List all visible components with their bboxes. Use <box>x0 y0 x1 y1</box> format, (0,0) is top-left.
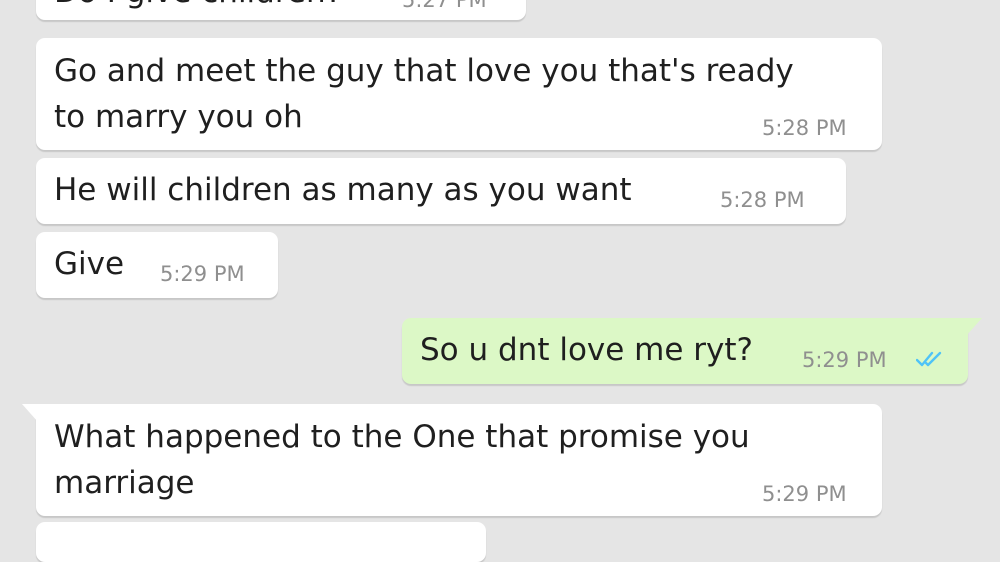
message-bubble-incoming[interactable]: What happened to the One that promise yo… <box>22 404 882 516</box>
message-text-line: Go and meet the guy that love you that's… <box>54 53 794 89</box>
message-text: Give <box>54 246 125 282</box>
message-bubble-incoming-partial[interactable] <box>36 522 486 562</box>
bubble-tail <box>966 318 982 336</box>
message-bubble-outgoing[interactable]: So u dnt love me ryt? 5:29 PM <box>402 318 982 384</box>
message-text: He will children as many as you want <box>54 172 632 208</box>
message-bubble-incoming[interactable]: Go and meet the guy that love you that's… <box>36 38 882 150</box>
message-timestamp: 5:29 PM <box>802 348 887 372</box>
message-timestamp: 5:28 PM <box>720 188 805 212</box>
message-timestamp: 5:28 PM <box>762 116 847 140</box>
message-text-line: marriage <box>54 465 195 501</box>
message-timestamp: 5:29 PM <box>762 482 847 506</box>
message-timestamp: 5:29 PM <box>160 262 245 286</box>
message-bubble-incoming[interactable]: Give 5:29 PM <box>36 232 278 298</box>
message-text-line: What happened to the One that promise yo… <box>54 419 750 455</box>
message-text-line: to marry you oh <box>54 99 303 135</box>
message-bubble-incoming[interactable]: Do I give children? 5:27 PM <box>36 0 526 20</box>
message-text: Do I give children? <box>54 0 342 12</box>
double-check-icon <box>916 351 942 367</box>
message-timestamp: 5:27 PM <box>402 0 487 12</box>
message-bubble-incoming[interactable]: He will children as many as you want 5:2… <box>36 158 846 224</box>
bubble-tail <box>22 404 38 422</box>
message-text: So u dnt love me ryt? <box>420 332 754 368</box>
